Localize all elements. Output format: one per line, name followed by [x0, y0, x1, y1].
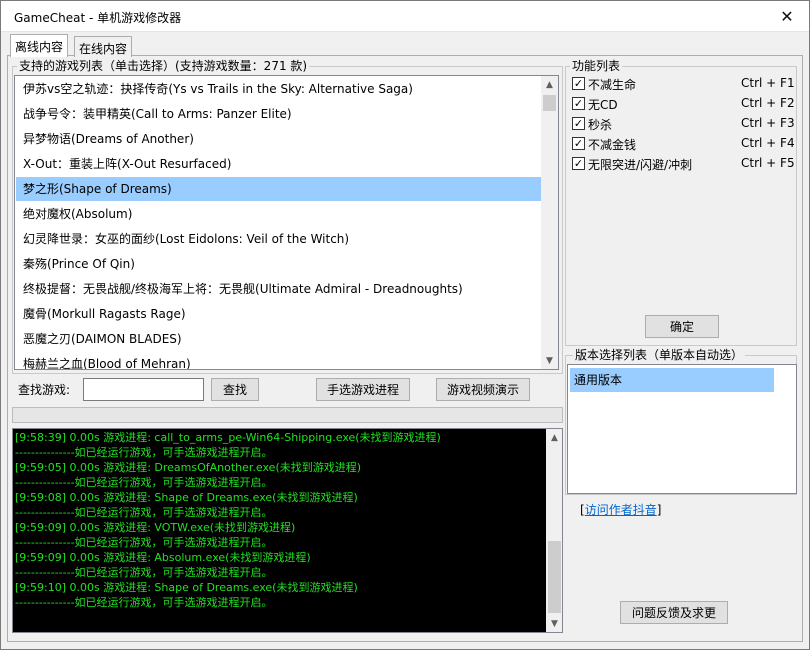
log-line: ---------------如已经运行游戏，可手选游戏进程开启。	[15, 536, 273, 549]
game-list-item[interactable]: 梅赫兰之血(Blood of Mehran)	[16, 352, 541, 369]
log-line: [9:58:39] 0.00s 游戏进程: call_to_arms_pe-Wi…	[15, 431, 441, 444]
log-line: ---------------如已经运行游戏，可手选游戏进程开启。	[15, 596, 273, 609]
game-list-scrollbar[interactable]: ▲ ▼	[541, 76, 558, 369]
log-line: ---------------如已经运行游戏，可手选游戏进程开启。	[15, 506, 273, 519]
tab-offline-label: 离线内容	[15, 40, 64, 54]
search-input[interactable]	[83, 378, 204, 401]
log-output[interactable]: [9:58:39] 0.00s 游戏进程: call_to_arms_pe-Wi…	[12, 428, 563, 633]
log-line: ---------------如已经运行游戏，可手选游戏进程开启。	[15, 476, 273, 489]
close-icon: ✕	[780, 6, 794, 26]
checkbox-checked-icon[interactable]: ✓	[572, 117, 585, 130]
feedback-button-label: 问题反馈及求更	[631, 606, 716, 620]
game-list-item[interactable]: 异梦物语(Dreams of Another)	[16, 127, 541, 151]
feature-label: 秒杀	[588, 118, 613, 132]
feature-label: 不减金钱	[588, 138, 637, 152]
version-list-label: 版本选择列表（单版本自动选）	[573, 348, 746, 362]
tab-online-label: 在线内容	[79, 42, 128, 56]
scrollbar-thumb[interactable]	[543, 95, 556, 111]
game-list-item[interactable]: 恶魔之刃(DAIMON BLADES)	[16, 327, 541, 351]
search-label: 查找游戏:	[18, 383, 71, 397]
version-list-item-selected[interactable]: 通用版本	[570, 368, 774, 392]
scroll-down-arrow-icon[interactable]: ▼	[541, 352, 558, 369]
game-list-item-selected[interactable]: 梦之形(Shape of Dreams)	[16, 177, 541, 201]
scrollbar-thumb[interactable]	[548, 541, 561, 613]
game-list-item[interactable]: 伊苏vs空之轨迹：抉择传奇(Ys vs Trails in the Sky: A…	[16, 77, 541, 101]
feature-item-no-money-loss[interactable]: ✓ 不减金钱 Ctrl + F4	[572, 135, 795, 153]
game-list-label: 支持的游戏列表（单击选择）(支持游戏数量：271 款)	[17, 59, 310, 73]
log-line: [9:59:09] 0.00s 游戏进程: Absolum.exe(未找到游戏进…	[15, 551, 311, 564]
game-list-item[interactable]: 秦殇(Prince Of Qin)	[16, 252, 541, 276]
find-button-label: 查找	[222, 383, 247, 397]
close-button[interactable]: ✕	[764, 0, 810, 32]
video-demo-label: 游戏视频演示	[446, 383, 519, 397]
log-line: [9:59:09] 0.00s 游戏进程: VOTW.exe(未找到游戏进程)	[15, 521, 296, 534]
feedback-button[interactable]: 问题反馈及求更	[620, 601, 728, 624]
feature-hotkey: Ctrl + F2	[741, 96, 795, 110]
log-line: [9:59:10] 0.00s 游戏进程: Shape of Dreams.ex…	[15, 581, 358, 594]
game-list-item[interactable]: 绝对魔权(Absolum)	[16, 202, 541, 226]
feature-hotkey: Ctrl + F5	[741, 156, 795, 170]
tab-offline[interactable]: 离线内容	[10, 34, 69, 57]
progress-bar	[12, 407, 563, 423]
author-douyin-link[interactable]: 访问作者抖音	[585, 503, 657, 517]
feature-hotkey: Ctrl + F4	[741, 136, 795, 150]
title-bar: GameCheat - 单机游戏修改器 ✕	[0, 0, 810, 32]
log-line: ---------------如已经运行游戏，可手选游戏进程开启。	[15, 566, 273, 579]
game-list-item[interactable]: 终极提督：无畏战舰/终极海军上将：无畏舰(Ultimate Admiral - …	[16, 277, 541, 301]
feature-hotkey: Ctrl + F3	[741, 116, 795, 130]
confirm-button-label: 确定	[669, 320, 694, 334]
scroll-up-arrow-icon[interactable]: ▲	[546, 429, 562, 446]
feature-item-one-hit-kill[interactable]: ✓ 秒杀 Ctrl + F3	[572, 115, 795, 133]
game-list-item[interactable]: 战争号令：装甲精英(Call to Arms: Panzer Elite)	[16, 102, 541, 126]
scroll-up-arrow-icon[interactable]: ▲	[541, 76, 558, 93]
author-link-row: [访问作者抖音]	[580, 501, 661, 518]
feature-item-infinite-dash[interactable]: ✓ 无限突进/闪避/冲刺 Ctrl + F5	[572, 155, 795, 173]
feature-item-no-cd[interactable]: ✓ 无CD Ctrl + F2	[572, 95, 795, 113]
feature-list-label: 功能列表	[570, 59, 623, 73]
feature-hotkey: Ctrl + F1	[741, 76, 795, 90]
log-line: [9:59:08] 0.00s 游戏进程: Shape of Dreams.ex…	[15, 491, 358, 504]
version-list[interactable]: 通用版本	[567, 364, 797, 494]
confirm-button[interactable]: 确定	[645, 315, 719, 338]
checkbox-checked-icon[interactable]: ✓	[572, 157, 585, 170]
feature-label: 无CD	[588, 98, 618, 112]
manual-select-process-label: 手选游戏进程	[326, 383, 399, 397]
video-demo-button[interactable]: 游戏视频演示	[436, 378, 530, 401]
find-button[interactable]: 查找	[211, 378, 259, 401]
tab-online[interactable]: 在线内容	[74, 36, 133, 57]
game-list-item[interactable]: X-Out：重装上阵(X-Out Resurfaced)	[16, 152, 541, 176]
scroll-down-arrow-icon[interactable]: ▼	[546, 615, 562, 632]
link-bracket-close: ]	[656, 503, 662, 517]
game-list-item[interactable]: 魔骨(Morkull Ragasts Rage)	[16, 302, 541, 326]
manual-select-process-button[interactable]: 手选游戏进程	[316, 378, 410, 401]
feature-label: 不减生命	[588, 78, 637, 92]
checkbox-checked-icon[interactable]: ✓	[572, 77, 585, 90]
log-line: [9:59:05] 0.00s 游戏进程: DreamsOfAnother.ex…	[15, 461, 362, 474]
feature-label: 无限突进/闪避/冲刺	[588, 158, 693, 172]
game-list-item[interactable]: 幻灵降世录：女巫的面纱(Lost Eidolons: Veil of the W…	[16, 227, 541, 251]
log-scrollbar[interactable]: ▲ ▼	[546, 429, 562, 632]
checkbox-checked-icon[interactable]: ✓	[572, 137, 585, 150]
game-list[interactable]: 伊苏vs空之轨迹：抉择传奇(Ys vs Trails in the Sky: A…	[14, 75, 559, 370]
log-line: ---------------如已经运行游戏，可手选游戏进程开启。	[15, 446, 273, 459]
checkbox-checked-icon[interactable]: ✓	[572, 97, 585, 110]
feature-item-no-health-loss[interactable]: ✓ 不减生命 Ctrl + F1	[572, 75, 795, 93]
window-title: GameCheat - 单机游戏修改器	[14, 11, 182, 25]
